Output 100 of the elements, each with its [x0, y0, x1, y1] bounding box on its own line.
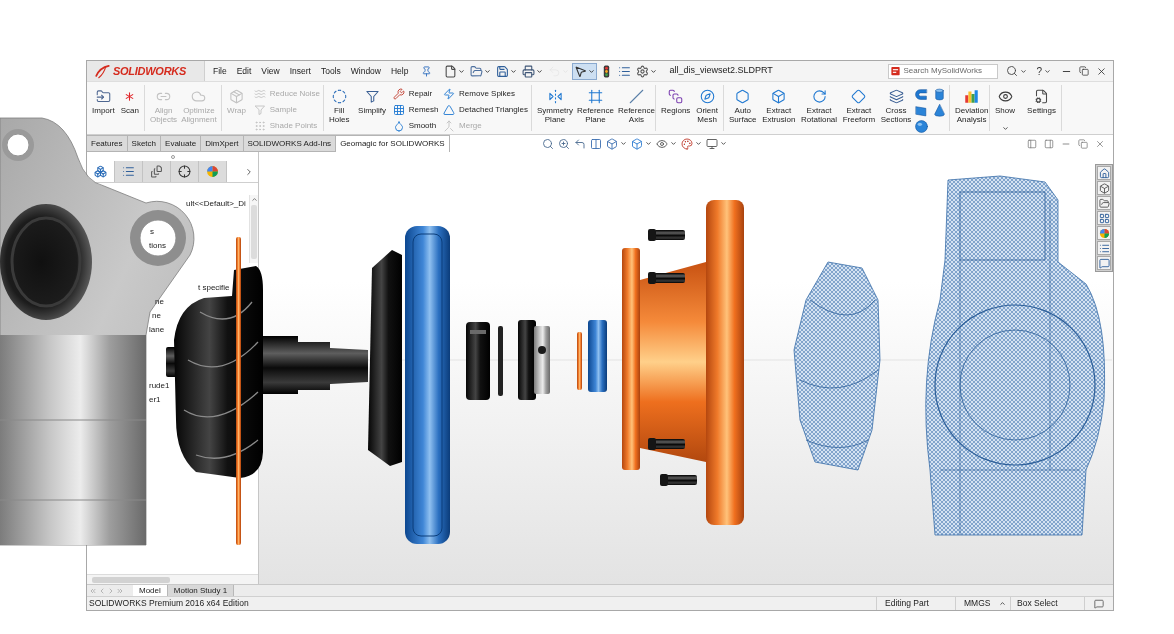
zoom-in-icon[interactable] [557, 137, 570, 150]
show-button[interactable]: Show [993, 85, 1017, 132]
orient-mesh-button[interactable]: Orient Mesh [694, 85, 720, 124]
magnifier-icon[interactable] [541, 137, 554, 150]
restore-icon[interactable] [1078, 138, 1088, 149]
caret-icon[interactable] [1044, 67, 1051, 75]
sphere-icon[interactable] [914, 120, 928, 133]
menu-item[interactable]: Help [386, 64, 414, 78]
command-tab[interactable]: DimXpert [201, 135, 244, 152]
close-icon[interactable] [1095, 138, 1105, 149]
extract-rotational-button[interactable]: Extract Rotational [799, 85, 840, 124]
monitor-icon[interactable] [705, 137, 718, 150]
caret-icon[interactable] [619, 140, 627, 147]
extract-freeform-button[interactable]: Extract Freeform [840, 85, 878, 124]
caret-icon[interactable] [644, 140, 652, 147]
menu-item[interactable]: Window [345, 64, 386, 78]
panel-left-icon[interactable] [1027, 138, 1037, 149]
scrollbar[interactable] [87, 574, 258, 584]
caret-icon[interactable] [719, 140, 727, 147]
back-arrow-icon[interactable] [573, 137, 586, 150]
command-tab[interactable]: Features [87, 135, 128, 152]
tree-item[interactable]: rude1 [149, 381, 170, 391]
eye-icon[interactable] [655, 137, 668, 150]
tree-item[interactable]: t specifie [198, 283, 230, 293]
repair-button[interactable]: Repair [392, 86, 439, 101]
task-pane-tab[interactable] [1097, 226, 1111, 240]
task-pane-tab[interactable] [1097, 181, 1111, 195]
menu-item[interactable]: Edit [231, 64, 257, 78]
speech-bubble-icon[interactable] [1094, 598, 1104, 609]
cone-icon[interactable] [932, 104, 946, 117]
caret-icon[interactable] [250, 196, 258, 203]
detached-triangles-button[interactable]: Detached Triangles [443, 102, 528, 117]
remove-spikes-button[interactable]: Remove Spikes [443, 86, 528, 101]
close-icon[interactable] [1096, 65, 1107, 77]
task-pane-tab[interactable] [1097, 211, 1111, 225]
tree-item[interactable]: tions [149, 241, 166, 251]
tree-item[interactable]: ult<<Default>_Di [186, 199, 246, 209]
c-shape-icon[interactable] [914, 88, 928, 101]
task-pane-tab[interactable] [1097, 196, 1111, 210]
menu-item[interactable]: Tools [315, 64, 346, 78]
command-tab[interactable]: SOLIDWORKS Add-Ins [243, 135, 337, 152]
panel-tab[interactable] [171, 161, 199, 182]
task-pane-tab[interactable] [1097, 241, 1111, 255]
reference-plane-button[interactable]: Reference Plane [575, 85, 616, 124]
caret-icon[interactable] [588, 67, 596, 75]
menu-item[interactable]: View [256, 64, 285, 78]
chevron-icon[interactable] [244, 166, 254, 177]
search-field[interactable]: Search MySolidWorks [888, 63, 999, 79]
caret-icon[interactable] [669, 140, 677, 147]
simplify-button[interactable]: Simplify [356, 85, 389, 115]
caret-icon[interactable] [650, 67, 658, 75]
auto-surface-button[interactable]: Auto Surface [727, 85, 759, 124]
caret-icon[interactable] [999, 600, 1007, 607]
symmetry-plane-button[interactable]: Symmetry Plane [535, 85, 575, 124]
restore-icon[interactable] [1079, 66, 1089, 76]
caret-icon[interactable] [536, 67, 544, 75]
fill-holes-button[interactable]: Fill Holes [327, 85, 352, 124]
deviation-analysis-button[interactable]: Deviation Analysis [953, 85, 991, 124]
menu-item[interactable]: File [208, 64, 232, 78]
smooth-button[interactable]: Smooth [392, 118, 439, 133]
caret-icon[interactable] [1020, 67, 1028, 75]
caret-icon[interactable] [694, 140, 702, 147]
search-icon[interactable] [1006, 65, 1019, 77]
menu-item[interactable]: Insert [284, 64, 316, 78]
import-button[interactable]: Import [90, 85, 117, 115]
cross-sections-button[interactable]: Cross Sections [878, 85, 914, 124]
document-title: all_dis_viewset2.SLDPRT [669, 64, 773, 78]
panel-tab[interactable] [143, 161, 171, 182]
scrollbar[interactable] [249, 195, 258, 263]
reference-axis-button[interactable]: Reference Axis [615, 85, 657, 124]
command-tab[interactable]: Sketch [127, 135, 162, 152]
tree-item[interactable]: ne [155, 297, 164, 307]
cylinder-icon[interactable] [932, 88, 946, 101]
command-tab[interactable]: Evaluate [161, 135, 202, 152]
task-pane-tab[interactable] [1097, 166, 1111, 180]
regions-button[interactable]: Regions [659, 85, 693, 115]
tree-item[interactable]: er1 [149, 395, 161, 405]
caret-icon[interactable] [510, 67, 518, 75]
extract-extrusion-button[interactable]: Extract Extrusion [760, 85, 798, 124]
panel-right-icon[interactable] [1044, 138, 1054, 149]
cube-icon[interactable] [605, 137, 618, 150]
command-tab[interactable]: Geomagic for SOLIDWORKS [336, 135, 450, 152]
pin-icon[interactable] [421, 65, 433, 77]
split-box-icon[interactable] [589, 137, 602, 150]
settings-button[interactable]: Settings [1025, 85, 1058, 115]
units-menu[interactable]: MMGS [955, 597, 1010, 610]
select-button[interactable] [572, 62, 598, 80]
tree-item[interactable]: s [150, 227, 154, 237]
tree-item[interactable]: lane [149, 325, 165, 335]
caret-icon[interactable] [484, 67, 492, 75]
scan-button[interactable]: Scan [118, 85, 141, 115]
cube-icon[interactable] [630, 137, 643, 150]
tree-item[interactable]: ne [152, 311, 161, 321]
caret-icon[interactable] [1001, 125, 1009, 132]
question-mark[interactable]: ? [1036, 63, 1042, 79]
palette-icon[interactable] [680, 137, 693, 150]
remesh-button[interactable]: Remesh [392, 102, 439, 117]
task-pane-tab[interactable] [1097, 256, 1111, 270]
caret-icon[interactable] [458, 67, 466, 75]
plane-icon[interactable] [914, 104, 928, 117]
